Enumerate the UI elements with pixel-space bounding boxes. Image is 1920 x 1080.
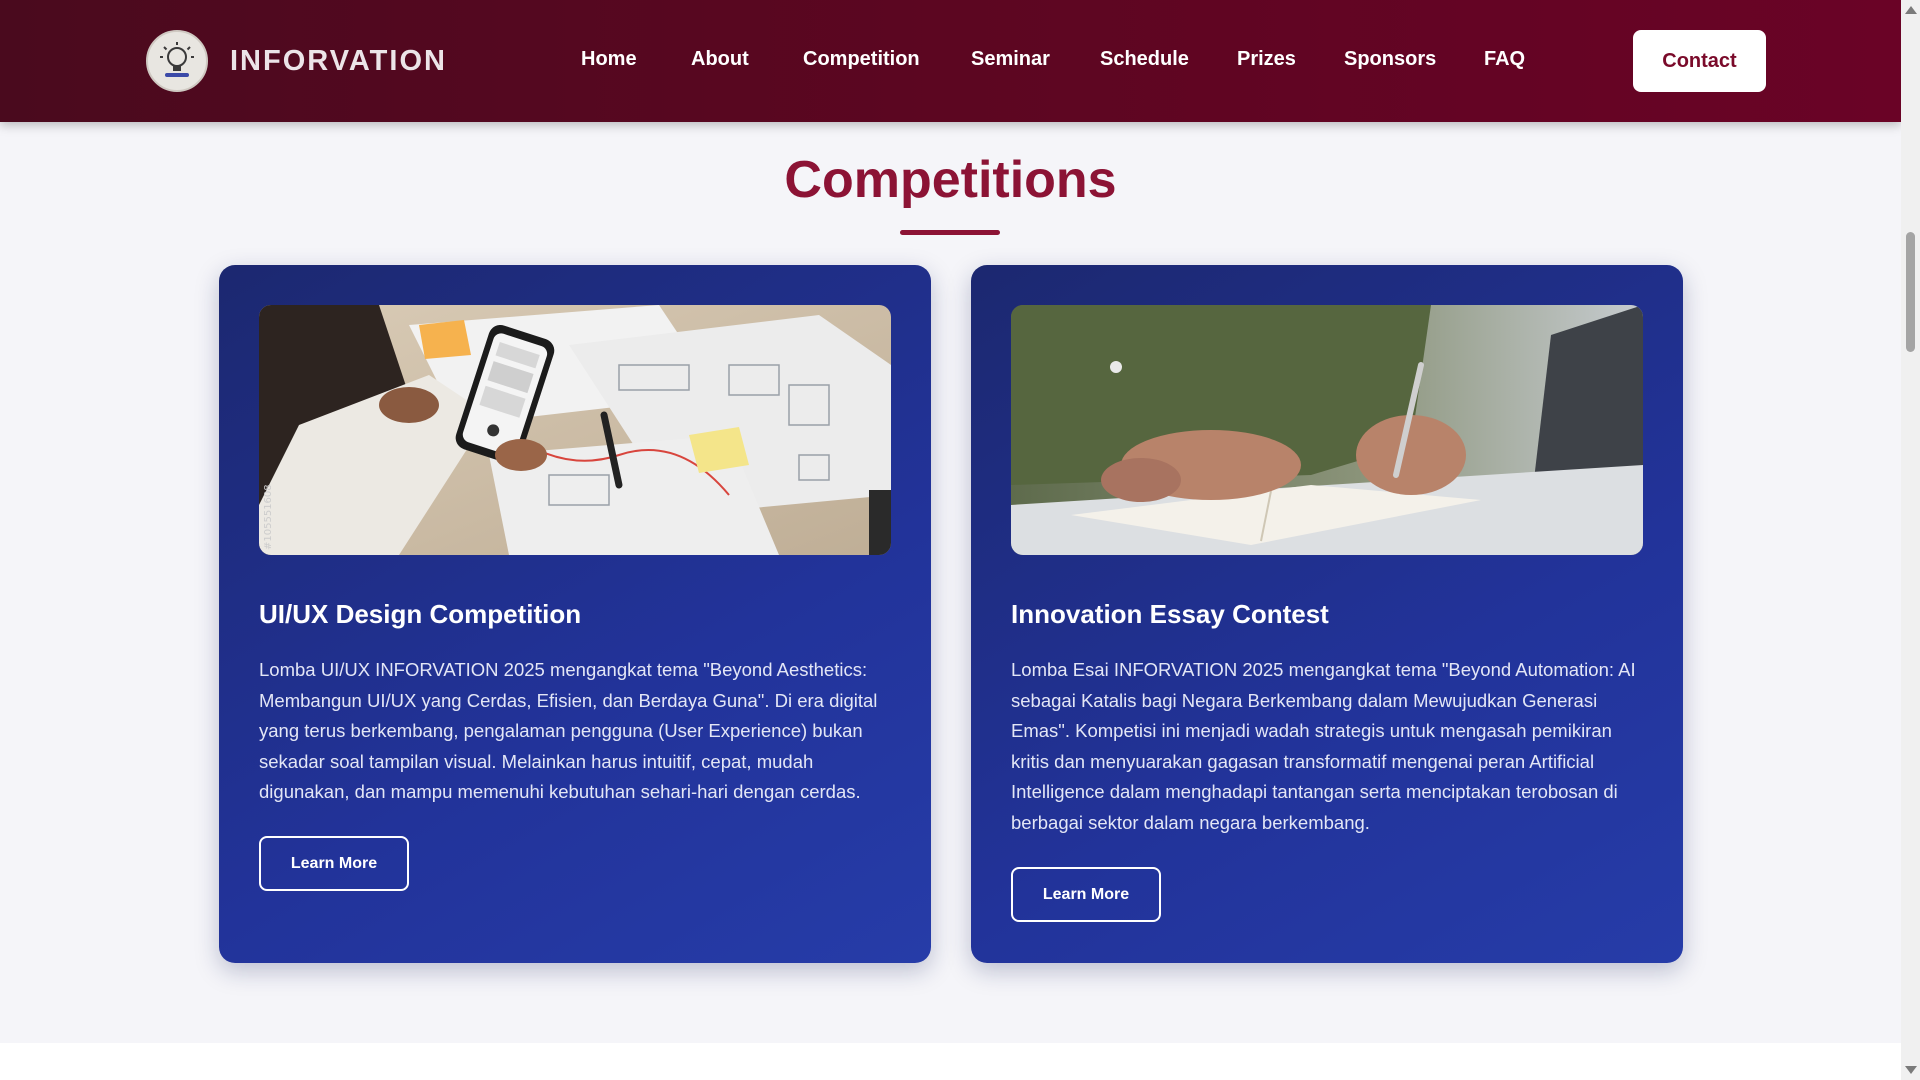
section-title: Competitions [784,151,1117,209]
navbar: INFORVATION Home About Competition Semin… [0,0,1901,122]
page: INFORVATION Home About Competition Semin… [0,0,1901,1080]
card-title: Innovation Essay Contest [1011,599,1329,629]
nav-prizes[interactable]: Prizes [1237,48,1296,71]
image-watermark: #105551608 [263,484,274,550]
scroll-up-arrow-icon[interactable] [1905,6,1917,14]
card-description: Lomba UI/UX INFORVATION 2025 mengangkat … [259,659,878,802]
nav-competition[interactable]: Competition [803,48,920,71]
nav-faq[interactable]: FAQ [1484,48,1525,71]
vertical-scrollbar[interactable] [1901,0,1920,1080]
contact-button[interactable]: Contact [1633,30,1766,92]
nav-sponsors[interactable]: Sponsors [1344,48,1436,71]
brand[interactable]: INFORVATION [146,30,447,92]
lightbulb-logo-icon [146,30,208,92]
card-description: Lomba Esai INFORVATION 2025 mengangkat t… [1011,659,1636,833]
learn-more-button-uiux[interactable]: Learn More [259,836,409,891]
competition-card-uiux: #105551608 UI/UX Design Competition Lomb… [219,265,931,963]
essay-writing-image [1011,305,1643,555]
nav-seminar[interactable]: Seminar [971,48,1050,71]
scroll-down-arrow-icon[interactable] [1905,1066,1917,1074]
nav-schedule[interactable]: Schedule [1100,48,1189,71]
nav-home[interactable]: Home [581,48,637,71]
card-title: UI/UX Design Competition [259,599,582,629]
learn-more-button-essay[interactable]: Learn More [1011,867,1161,922]
uiux-design-image: #105551608 [259,305,891,555]
nav-about[interactable]: About [691,48,749,71]
next-section-edge [0,1043,1901,1080]
scroll-thumb[interactable] [1906,232,1915,352]
title-underline [900,230,1000,235]
brand-name: INFORVATION [230,44,447,77]
competition-card-essay: Innovation Essay Contest Lomba Esai INFO… [971,265,1683,963]
